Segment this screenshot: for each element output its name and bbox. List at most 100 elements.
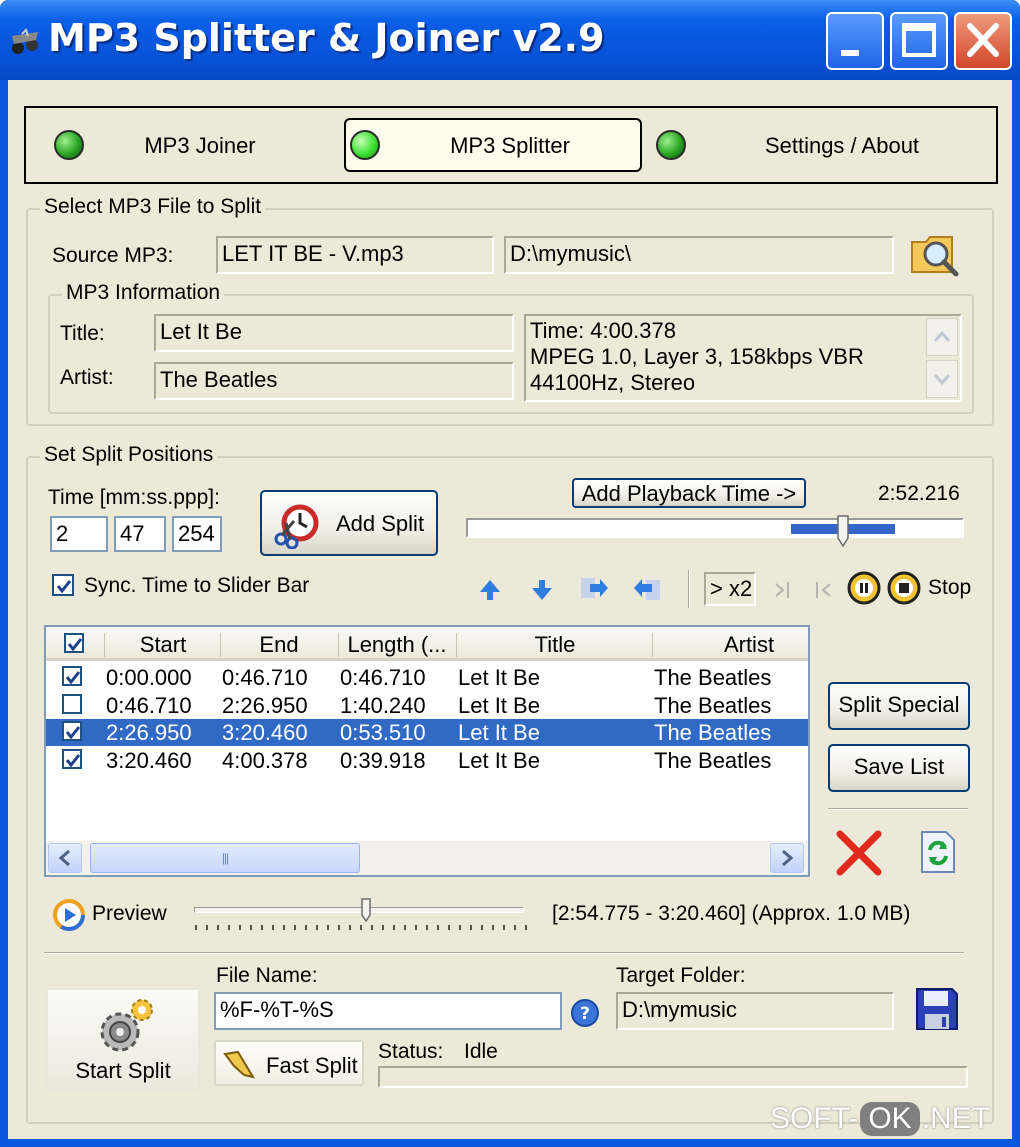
- playback-slider-thumb[interactable]: [836, 514, 850, 548]
- group-label: Select MP3 File to Split: [40, 195, 266, 219]
- tab-label: MP3 Splitter: [450, 133, 570, 158]
- split-special-button[interactable]: Split Special: [828, 682, 970, 730]
- split-list[interactable]: Start End Length (... Title Artist 0:00.…: [44, 625, 810, 877]
- app-icon: [12, 28, 38, 54]
- cell-title: Let It Be: [458, 747, 540, 773]
- status-label: Status:: [378, 1040, 444, 1063]
- row-checkbox[interactable]: [62, 693, 82, 714]
- add-playback-time-button[interactable]: Add Playback Time ->: [572, 478, 806, 508]
- scroll-thumb[interactable]: |||: [90, 843, 360, 873]
- fast-split-button[interactable]: Fast Split: [214, 1040, 364, 1086]
- checkmark-icon: [56, 580, 72, 594]
- select-all-checkbox[interactable]: [64, 633, 84, 653]
- row-checkbox[interactable]: [62, 748, 82, 769]
- refresh-icon[interactable]: [918, 828, 958, 876]
- split-list-hscrollbar[interactable]: |||: [46, 841, 808, 875]
- source-mp3-label: Source MP3:: [52, 244, 174, 267]
- details-time: Time: 4:00.378: [530, 318, 676, 343]
- move-down-icon[interactable]: [528, 576, 556, 604]
- add-split-button[interactable]: Add Split: [260, 490, 438, 556]
- scroll-right-button[interactable]: [770, 843, 804, 873]
- table-row[interactable]: 3:20.460 4:00.378 0:39.918 Let It Be The Bea…: [46, 747, 808, 774]
- cell-end: 0:46.710: [222, 665, 308, 690]
- time-seconds-input[interactable]: 47: [114, 516, 166, 552]
- pause-icon[interactable]: [846, 570, 882, 606]
- move-up-icon[interactable]: [476, 576, 504, 604]
- checkmark-icon: [65, 671, 81, 685]
- time-minutes-input[interactable]: 2: [50, 516, 108, 552]
- status-value: Idle: [464, 1040, 498, 1063]
- add-split-label: Add Split: [336, 511, 425, 536]
- minimize-icon: [841, 50, 859, 56]
- skip-next-icon[interactable]: [768, 576, 798, 604]
- column-divider: [456, 633, 457, 657]
- chevron-left-icon: [58, 849, 70, 867]
- delete-icon[interactable]: [834, 830, 884, 876]
- preview-play-icon[interactable]: [52, 898, 86, 932]
- cell-artist: The Beatles: [654, 692, 772, 718]
- move-bottom-icon[interactable]: [632, 574, 664, 604]
- cell-artist: The Beatles: [654, 720, 772, 745]
- cell-title: Let It Be: [458, 720, 540, 745]
- move-top-icon[interactable]: [578, 574, 610, 604]
- column-divider: [338, 633, 339, 657]
- source-file-name-field[interactable]: LET IT BE - V.mp3: [216, 236, 494, 274]
- sync-time-checkbox[interactable]: [52, 574, 74, 596]
- button-separator: [828, 808, 968, 810]
- minimize-button[interactable]: [826, 12, 884, 70]
- close-icon: [967, 23, 999, 57]
- cell-start: 0:46.710: [106, 692, 192, 718]
- start-split-label: Start Split: [75, 1058, 171, 1083]
- preview-slider[interactable]: [194, 898, 528, 932]
- tab-mp3-splitter[interactable]: MP3 Splitter: [344, 118, 642, 172]
- title-field[interactable]: Let It Be: [154, 314, 514, 352]
- stop-label: Stop: [928, 576, 972, 599]
- fast-split-label: Fast Split: [266, 1053, 358, 1078]
- column-divider: [652, 633, 653, 657]
- preview-slider-track: [194, 907, 524, 913]
- app-window: MP3 Splitter & Joiner v2.9 MP3 Joiner MP…: [0, 0, 1020, 1147]
- table-row[interactable]: 0:46.710 2:26.950 1:40.240 Let It Be The Bea…: [46, 692, 808, 719]
- maximize-icon: [902, 23, 936, 57]
- tab-settings-about[interactable]: Settings / About: [652, 118, 972, 172]
- column-header-length[interactable]: Length (...: [340, 632, 454, 658]
- column-header-start[interactable]: Start: [106, 632, 220, 658]
- row-checkbox[interactable]: [62, 721, 82, 741]
- skip-previous-icon[interactable]: [808, 576, 838, 604]
- column-header-artist[interactable]: Artist: [654, 632, 808, 658]
- column-header-end[interactable]: End: [222, 632, 336, 658]
- browse-folder-icon[interactable]: [908, 226, 962, 280]
- time-milliseconds-input[interactable]: 254: [172, 516, 222, 552]
- gears-icon: [100, 999, 153, 1052]
- save-list-button[interactable]: Save List: [828, 744, 970, 792]
- table-row[interactable]: 2:26.950 3:20.460 0:53.510 Let It Be The Bea…: [46, 719, 808, 746]
- time-format-label: Time [mm:ss.ppp]:: [48, 486, 220, 509]
- svg-text:?: ?: [580, 1004, 590, 1024]
- table-row[interactable]: 0:00.000 0:46.710 0:46.710 Let It Be The Bea…: [46, 664, 808, 691]
- save-disk-icon[interactable]: [914, 986, 960, 1032]
- column-header-title[interactable]: Title: [458, 632, 652, 658]
- playback-slider[interactable]: [466, 515, 964, 548]
- close-button[interactable]: [954, 12, 1012, 70]
- scroll-left-button[interactable]: [48, 843, 82, 873]
- client-area: MP3 Joiner MP3 Splitter Settings / About…: [8, 80, 1012, 1139]
- checkmark-icon: [65, 726, 81, 740]
- stop-button[interactable]: Stop: [886, 568, 976, 608]
- target-folder-field[interactable]: D:\mymusic: [616, 992, 894, 1030]
- playback-speed-button[interactable]: > x2: [704, 572, 756, 606]
- group-label: Set Split Positions: [40, 443, 218, 467]
- artist-field[interactable]: The Beatles: [154, 362, 514, 400]
- preview-range-text: [2:54.775 - 3:20.460] (Approx. 1.0 MB): [552, 902, 911, 925]
- row-checkbox[interactable]: [62, 666, 82, 686]
- details-scroll-down-button[interactable]: [926, 360, 958, 398]
- source-folder-field[interactable]: D:\mymusic\: [504, 236, 894, 274]
- start-split-button[interactable]: Start Split: [46, 988, 200, 1090]
- title-bar[interactable]: MP3 Splitter & Joiner v2.9: [0, 0, 1020, 80]
- preview-slider-thumb[interactable]: [360, 898, 372, 924]
- details-scroll-up-button[interactable]: [926, 318, 958, 356]
- file-name-pattern-input[interactable]: %F-%T-%S: [214, 992, 562, 1030]
- tab-mp3-joiner[interactable]: MP3 Joiner: [40, 118, 340, 172]
- lightning-icon: [223, 1050, 256, 1079]
- help-icon[interactable]: ?: [570, 998, 600, 1028]
- maximize-button[interactable]: [890, 12, 948, 70]
